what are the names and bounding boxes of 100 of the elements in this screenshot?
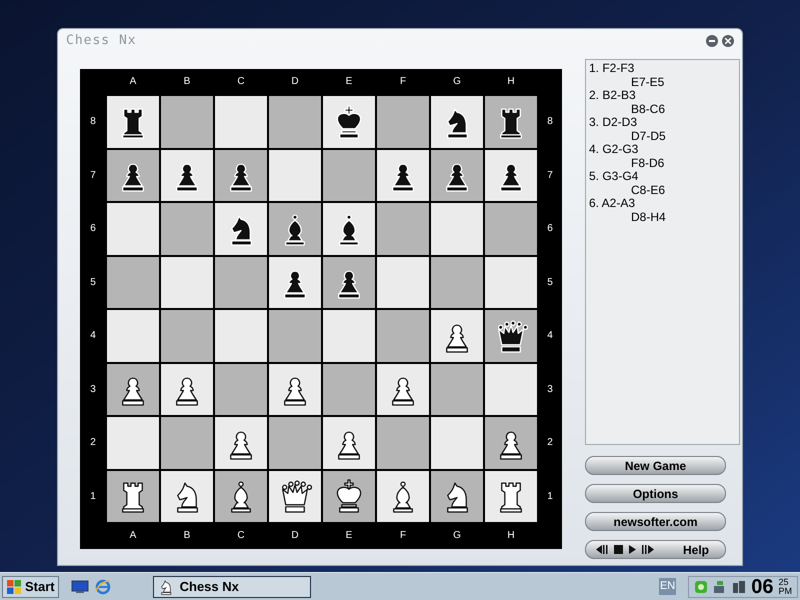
board-square[interactable] (376, 416, 430, 470)
board-square[interactable] (160, 309, 214, 362)
rank-label: 8 (89, 115, 97, 130)
board-square[interactable] (376, 309, 430, 362)
board-square[interactable] (268, 470, 322, 523)
rank-label: 6 (546, 222, 554, 236)
board-square[interactable] (322, 202, 376, 256)
clock-ampm: PM (778, 586, 792, 596)
board-square[interactable] (106, 256, 160, 309)
board-square[interactable] (214, 309, 268, 362)
board-square[interactable] (484, 95, 538, 148)
board-square[interactable] (160, 148, 214, 202)
board-square[interactable] (268, 362, 322, 416)
board-square[interactable] (322, 362, 376, 416)
file-label: F (398, 529, 408, 543)
board-square[interactable] (268, 416, 322, 470)
window-title: Chess Nx (66, 32, 137, 50)
file-label: A (128, 529, 138, 543)
board-square[interactable] (430, 309, 484, 362)
file-label: E (344, 75, 354, 89)
board-square[interactable] (268, 95, 322, 148)
board-square[interactable] (376, 95, 430, 148)
board-square[interactable] (322, 148, 376, 202)
file-label: B (182, 529, 192, 543)
board-square[interactable] (376, 362, 430, 416)
file-label: C (236, 529, 246, 543)
next-icon[interactable] (642, 545, 654, 554)
board-square[interactable] (214, 470, 268, 523)
move-entry: B8-C6 (630, 102, 666, 116)
board-square[interactable] (376, 148, 430, 202)
rank-label: 3 (546, 382, 554, 397)
board-square[interactable] (430, 95, 484, 148)
board-square[interactable] (430, 470, 484, 523)
menu-button[interactable]: Options (585, 484, 726, 503)
board-square[interactable] (484, 309, 538, 362)
start-button[interactable]: Start (2, 576, 59, 598)
board-square[interactable] (106, 470, 160, 523)
board-square[interactable] (376, 202, 430, 256)
board-square[interactable] (484, 148, 538, 202)
board-square[interactable] (214, 256, 268, 309)
board-square[interactable] (106, 309, 160, 362)
board-square[interactable] (430, 148, 484, 202)
board-square[interactable] (160, 202, 214, 256)
board-square[interactable] (106, 362, 160, 416)
menu-button[interactable]: New Game (585, 456, 726, 475)
board-square[interactable] (214, 416, 268, 470)
board-square[interactable] (106, 95, 160, 148)
board-square[interactable] (322, 470, 376, 523)
board-square[interactable] (430, 202, 484, 256)
board-square[interactable] (106, 202, 160, 256)
rank-label: 7 (546, 168, 554, 183)
file-label: F (398, 75, 408, 89)
board-square[interactable] (430, 416, 484, 470)
board-square[interactable] (268, 256, 322, 309)
rank-label: 1 (89, 490, 97, 504)
board-square[interactable] (376, 470, 430, 523)
board-square[interactable] (214, 202, 268, 256)
help-button[interactable]: Help (682, 540, 715, 558)
board-square[interactable] (322, 309, 376, 362)
rank-label: 2 (546, 436, 554, 450)
board-square[interactable] (322, 95, 376, 148)
move-entry: E7-E5 (630, 76, 666, 89)
board-square[interactable] (214, 148, 268, 202)
board-square[interactable] (160, 256, 214, 309)
desktop-icon[interactable] (70, 580, 89, 594)
windows-flag-icon (6, 578, 22, 594)
board-square[interactable] (376, 256, 430, 309)
close-icon[interactable] (722, 35, 734, 47)
board-square[interactable] (214, 362, 268, 416)
board-square[interactable] (322, 416, 376, 470)
board-square[interactable] (106, 148, 160, 202)
move-entry: D7-D5 (630, 130, 667, 143)
browser-icon[interactable] (94, 578, 111, 594)
board-square[interactable] (106, 416, 160, 470)
board-square[interactable] (268, 309, 322, 362)
board-square[interactable] (484, 256, 538, 309)
board-square[interactable] (484, 416, 538, 470)
play-icon[interactable] (629, 545, 636, 554)
board-square[interactable] (484, 362, 538, 416)
taskbar-task[interactable]: Chess Nx (152, 576, 311, 598)
menu-button[interactable]: newsofter.com (585, 512, 726, 531)
rank-label: 3 (89, 382, 97, 397)
board-square[interactable] (160, 95, 214, 148)
board-square[interactable] (484, 470, 538, 523)
board-square[interactable] (214, 95, 268, 148)
previous-icon[interactable] (596, 545, 608, 554)
board-square[interactable] (268, 202, 322, 256)
board-square[interactable] (322, 256, 376, 309)
board-square[interactable] (430, 256, 484, 309)
board-square[interactable] (160, 362, 214, 416)
file-label: D (290, 529, 300, 543)
file-label: D (290, 75, 300, 89)
board-square[interactable] (430, 362, 484, 416)
board-square[interactable] (160, 416, 214, 470)
board-square[interactable] (484, 202, 538, 256)
move-entry: F8-D6 (630, 156, 666, 170)
tray-app-icon[interactable] (732, 580, 746, 594)
minimize-icon[interactable] (706, 35, 718, 47)
board-square[interactable] (160, 470, 214, 523)
board-square[interactable] (268, 148, 322, 202)
